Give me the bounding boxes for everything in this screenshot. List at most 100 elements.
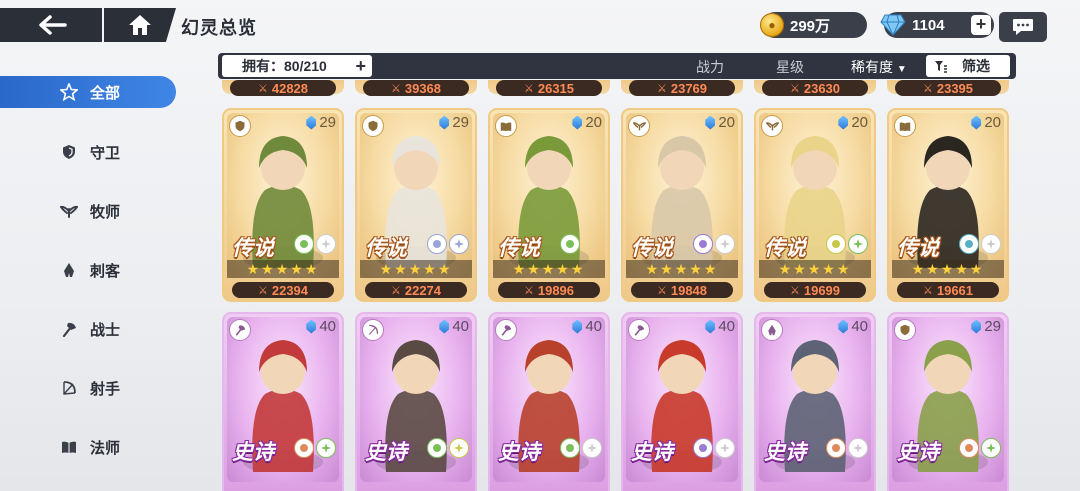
filter-bar: 拥有：80/210 + 战力 星级 稀有度 ▼ 筛选 [218, 53, 1016, 79]
power-value: 19661 [936, 282, 974, 298]
swords-icon: ⚔ [656, 284, 667, 297]
hero-level: 29 [439, 114, 469, 131]
hero-card[interactable]: 29 传说 ★★★★★ ⚔ 22394 [222, 108, 344, 302]
hero-card[interactable]: 29 史诗 [887, 312, 1009, 491]
class-badge-icon [628, 319, 650, 341]
class-badge-icon [362, 319, 384, 341]
swords-icon: ⚔ [656, 82, 667, 95]
level-value: 29 [319, 114, 336, 131]
gem-amount: 1104 [912, 16, 945, 34]
element-icon [294, 234, 314, 254]
hero-level: 40 [705, 318, 735, 335]
class-badge-icon [628, 115, 650, 137]
hero-card[interactable]: 20 传说 ★★★★★ ⚔ 19848 [621, 108, 743, 302]
swords-icon: ⚔ [390, 284, 401, 297]
top-row-card[interactable]: ⚔ 23769 [621, 80, 743, 96]
chat-button[interactable] [999, 12, 1047, 42]
power-badge: ⚔ 22394 [232, 282, 334, 298]
hero-card[interactable]: 40 史诗 [488, 312, 610, 491]
sidebar-item-mage[interactable]: 法师 [0, 431, 176, 463]
star-rating: ★★★★★ [493, 260, 605, 278]
sort-star-button[interactable]: 星级 [776, 57, 804, 77]
star-rating: ★★★★★ [227, 260, 339, 278]
level-value: 20 [851, 114, 868, 131]
power-badge: ⚔ 19848 [631, 282, 733, 298]
rarity-label: 传说 [498, 237, 540, 260]
swords-icon: ⚔ [257, 284, 268, 297]
top-row-card[interactable]: ⚔ 26315 [488, 80, 610, 96]
class-badge-icon [894, 115, 916, 137]
expand-capacity-button[interactable]: + [355, 55, 366, 77]
sidebar-item-assassin[interactable]: 刺客 [0, 254, 176, 286]
element-icon [560, 234, 580, 254]
power-value: 22394 [271, 282, 309, 298]
power-badge: ⚔ 19699 [764, 282, 866, 298]
hero-card[interactable]: 29 传说 ★★★★★ ⚔ 22274 [355, 108, 477, 302]
hero-level: 40 [572, 318, 602, 335]
hero-card[interactable]: 40 史诗 [621, 312, 743, 491]
element-icon [582, 438, 602, 458]
filter-button[interactable]: 筛选 [926, 55, 1010, 77]
hero-card[interactable]: 20 传说 ★★★★★ ⚔ 19896 [488, 108, 610, 302]
bow-icon [60, 379, 78, 397]
owned-count[interactable]: 拥有：80/210 + [222, 55, 372, 77]
power-value: 22274 [404, 282, 442, 298]
sort-dropdown-icon: ▼ [896, 64, 907, 75]
hero-card[interactable]: 40 史诗 [222, 312, 344, 491]
top-row-card[interactable]: ⚔ 39368 [355, 80, 477, 96]
level-gem-icon [971, 115, 982, 130]
hero-grid: ⚔ 42828 ⚔ 39368 ⚔ 26315 ⚔ 23769 ⚔ 23630 ⚔ 2339… [218, 80, 1018, 491]
level-value: 29 [984, 318, 1001, 335]
power-badge: ⚔ 19896 [498, 282, 600, 298]
sidebar-item-warrior[interactable]: 战士 [0, 313, 176, 345]
rarity-label: 传说 [897, 237, 939, 260]
power-badge: ⚔ 26315 [496, 80, 602, 96]
gem-counter: 1104 + [880, 12, 994, 38]
level-gem-icon [306, 115, 317, 130]
element-icon [560, 438, 580, 458]
sidebar-item-guard[interactable]: 守卫 [0, 136, 176, 168]
sidebar-item-label: 全部 [90, 84, 121, 102]
top-row-card[interactable]: ⚔ 42828 [222, 80, 344, 96]
element-icon [848, 438, 868, 458]
rarity-label: 史诗 [365, 441, 407, 464]
swords-icon: ⚔ [523, 82, 534, 95]
hero-level: 29 [306, 114, 336, 131]
sort-power-button[interactable]: 战力 [696, 57, 724, 77]
hero-card[interactable]: 40 史诗 [355, 312, 477, 491]
rarity-label: 史诗 [631, 441, 673, 464]
page-title: 幻灵总览 [181, 18, 257, 38]
gold-counter[interactable]: ● 299万 [760, 12, 867, 38]
back-button[interactable] [0, 8, 106, 42]
element-icon [427, 438, 447, 458]
level-value: 20 [718, 114, 735, 131]
swords-icon: ⚔ [257, 82, 268, 95]
top-row-card[interactable]: ⚔ 23395 [887, 80, 1009, 96]
chat-icon [1013, 19, 1033, 35]
top-row-card[interactable]: ⚔ 23630 [754, 80, 876, 96]
hero-card[interactable]: 20 传说 ★★★★★ ⚔ 19699 [754, 108, 876, 302]
hero-card[interactable]: 20 传说 ★★★★★ ⚔ 19661 [887, 108, 1009, 302]
power-value: 23395 [936, 80, 974, 96]
power-badge: ⚔ 23769 [629, 80, 735, 96]
power-value: 19699 [803, 282, 841, 298]
flame-icon [60, 261, 78, 279]
element-icon [981, 438, 1001, 458]
element-icon [449, 234, 469, 254]
sidebar-item-priest[interactable]: 牧师 [0, 195, 176, 227]
star-outline-icon [60, 83, 78, 101]
axe-icon [60, 320, 78, 338]
star-rating: ★★★★★ [360, 260, 472, 278]
hero-card[interactable]: 40 史诗 [754, 312, 876, 491]
gold-amount: 299万 [790, 17, 831, 35]
hero-level: 40 [306, 318, 336, 335]
level-value: 29 [452, 114, 469, 131]
home-button[interactable] [104, 8, 176, 42]
sort-rarity-button[interactable]: 稀有度 ▼ [851, 57, 907, 77]
hero-level: 20 [705, 114, 735, 131]
star-rating: ★★★★★ [759, 260, 871, 278]
power-value: 19848 [670, 282, 708, 298]
add-gems-button[interactable]: + [971, 15, 991, 35]
sidebar-item-all[interactable]: 全部 [0, 76, 176, 108]
sidebar-item-archer[interactable]: 射手 [0, 372, 176, 404]
